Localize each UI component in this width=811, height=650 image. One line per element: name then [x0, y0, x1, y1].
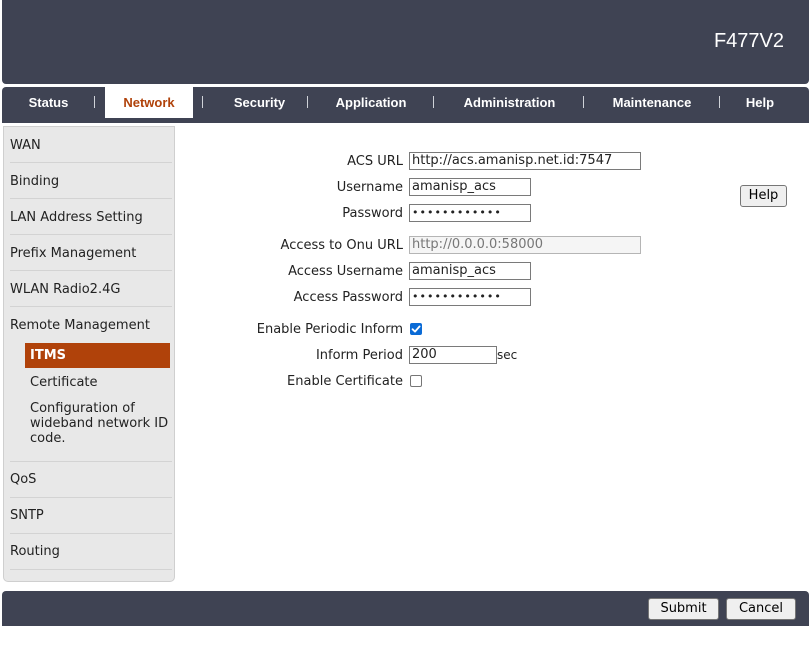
checkmark-icon: [411, 325, 421, 333]
onu-url-label: Access to Onu URL: [280, 238, 403, 253]
nav-divider: [433, 96, 434, 108]
tab-help[interactable]: Help: [730, 87, 790, 118]
sidebar-divider: [10, 461, 172, 462]
header-bar: F477V2: [2, 0, 809, 84]
model-name: F477V2: [713, 30, 784, 52]
tab-application[interactable]: Application: [318, 87, 424, 118]
inform-period-input[interactable]: 200: [409, 346, 497, 364]
enable-certificate-label: Enable Certificate: [287, 374, 403, 389]
sidebar-item-wlan-radio[interactable]: WLAN Radio2.4G: [10, 282, 167, 297]
nav-divider: [307, 96, 308, 108]
cancel-button[interactable]: Cancel: [726, 598, 796, 620]
sidebar-item-lan-address-setting[interactable]: LAN Address Setting: [10, 210, 167, 225]
sidebar-divider: [10, 497, 172, 498]
sidebar-item-sntp[interactable]: SNTP: [10, 508, 167, 523]
help-button[interactable]: Help: [740, 185, 787, 207]
password-input[interactable]: ••••••••••••: [409, 204, 531, 222]
inform-period-unit: sec: [497, 348, 518, 362]
sidebar-item-prefix-management[interactable]: Prefix Management: [10, 246, 167, 261]
tab-administration[interactable]: Administration: [442, 87, 577, 118]
sidebar-item-wan[interactable]: WAN: [10, 138, 167, 153]
sidebar-divider: [10, 234, 172, 235]
access-password-label: Access Password: [293, 290, 403, 305]
sidebar-item-routing[interactable]: Routing: [10, 544, 167, 559]
sidebar-divider: [10, 569, 172, 570]
sidebar-divider: [10, 533, 172, 534]
sidebar-divider: [10, 162, 172, 163]
periodic-inform-label: Enable Periodic Inform: [256, 322, 403, 337]
sidebar-divider: [10, 270, 172, 271]
sidebar-item-qos[interactable]: QoS: [10, 472, 167, 487]
nav-divider: [719, 96, 720, 108]
nav-divider: [583, 96, 584, 108]
tab-security[interactable]: Security: [212, 87, 307, 118]
sidebar-subitem-wideband-id[interactable]: Configuration of wideband network ID cod…: [30, 401, 170, 446]
enable-certificate-checkbox[interactable]: [410, 375, 422, 387]
acs-url-input[interactable]: http://acs.amanisp.net.id:7547: [409, 152, 641, 170]
tab-status[interactable]: Status: [2, 87, 95, 118]
sidebar-item-binding[interactable]: Binding: [10, 174, 167, 189]
password-label: Password: [342, 206, 403, 221]
access-username-input[interactable]: amanisp_acs: [409, 262, 531, 280]
sidebar-divider: [10, 198, 172, 199]
tab-maintenance[interactable]: Maintenance: [592, 87, 712, 118]
main-nav: Status Network Security Application Admi…: [2, 87, 809, 123]
nav-divider: [202, 96, 203, 108]
periodic-inform-checkbox[interactable]: [410, 323, 422, 335]
onu-url-input: http://0.0.0.0:58000: [409, 236, 641, 254]
username-label: Username: [336, 180, 403, 195]
access-username-label: Access Username: [288, 264, 403, 279]
sidebar-divider: [10, 306, 172, 307]
acs-url-label: ACS URL: [347, 154, 403, 169]
access-password-input[interactable]: ••••••••••••: [409, 288, 531, 306]
sidebar-item-remote-management[interactable]: Remote Management: [10, 318, 167, 333]
sidebar: WAN Binding LAN Address Setting Prefix M…: [3, 126, 175, 582]
submit-button[interactable]: Submit: [648, 598, 719, 620]
sidebar-subitem-itms[interactable]: ITMS: [25, 343, 170, 368]
tab-network[interactable]: Network: [105, 87, 193, 118]
footer-bar: Submit Cancel: [2, 591, 809, 626]
username-input[interactable]: amanisp_acs: [409, 178, 531, 196]
nav-divider: [94, 96, 95, 108]
sidebar-subitem-certificate[interactable]: Certificate: [30, 375, 170, 390]
inform-period-label: Inform Period: [315, 348, 403, 363]
